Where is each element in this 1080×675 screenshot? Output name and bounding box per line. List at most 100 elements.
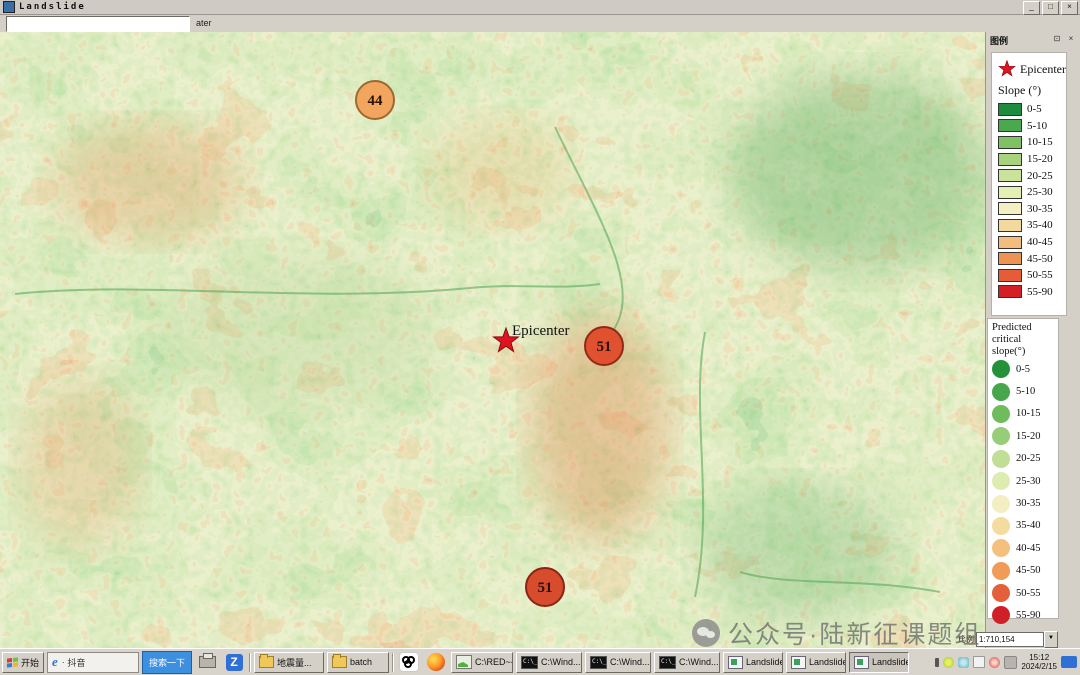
- window-app-icon: [854, 656, 869, 669]
- slope-legend-item: 45-50: [998, 250, 1066, 267]
- z-app-icon[interactable]: Z: [222, 652, 246, 673]
- task-folder-batch[interactable]: batch: [327, 652, 389, 673]
- critical-color-circle: [992, 539, 1010, 557]
- critical-range-label: 45-50: [1016, 565, 1041, 576]
- taskbar-search-field[interactable]: e · 抖音: [47, 652, 139, 673]
- circles-app-icon[interactable]: [397, 652, 421, 673]
- slope-legend-items: 0-55-1010-1515-2020-2525-3030-3535-4040-…: [998, 101, 1066, 300]
- slope-legend-title: Slope (°): [998, 83, 1066, 98]
- scale-value[interactable]: 1:710,154: [976, 632, 1044, 647]
- task-red-app[interactable]: C:\RED~-...: [451, 652, 513, 673]
- slope-legend-item: 50-55: [998, 267, 1066, 284]
- critical-color-circle: [992, 427, 1010, 445]
- slope-range-label: 15-20: [1027, 153, 1053, 165]
- task-cmd-3[interactable]: C:\_ C:\Wind...: [654, 652, 720, 673]
- slope-range-label: 55-90: [1027, 286, 1053, 298]
- slope-legend-item: 35-40: [998, 217, 1066, 234]
- critical-color-circle: [992, 562, 1010, 580]
- legend-epicenter-star-icon: [998, 58, 1016, 80]
- task-cmd-1[interactable]: C:\_ C:\Wind...: [516, 652, 582, 673]
- minimize-button[interactable]: _: [1023, 1, 1040, 15]
- task-landslide-3[interactable]: Landslide: [849, 652, 909, 673]
- start-button[interactable]: 开始: [2, 652, 44, 673]
- critical-color-circle: [992, 360, 1010, 378]
- command-prompt-icon: C:\_: [659, 656, 676, 669]
- critical-legend-item: 35-40: [992, 515, 1058, 537]
- critical-legend-item: 40-45: [992, 537, 1058, 559]
- slope-color-swatch: [998, 153, 1022, 166]
- close-button[interactable]: ×: [1061, 1, 1078, 15]
- window-app-icon: [728, 656, 743, 669]
- slope-color-swatch: [998, 202, 1022, 215]
- scale-label: 比例: [958, 634, 974, 645]
- critical-legend-item: 30-35: [992, 492, 1058, 514]
- firefox-icon[interactable]: [424, 652, 448, 673]
- task-cmd-2[interactable]: C:\_ C:\Wind...: [585, 652, 651, 673]
- start-label: 开始: [21, 656, 39, 669]
- search-button[interactable]: 搜索一下: [142, 651, 192, 674]
- critical-range-label: 0-5: [1016, 364, 1030, 375]
- prediction-value: 51: [597, 339, 612, 355]
- toolbar-tail-text: ater: [196, 18, 212, 28]
- critical-legend-item: 15-20: [992, 425, 1058, 447]
- task-landslide-1[interactable]: Landslide: [723, 652, 783, 673]
- tray-app-icon[interactable]: [958, 657, 969, 668]
- critical-color-circle: [992, 606, 1010, 624]
- slope-color-swatch: [998, 103, 1022, 116]
- critical-range-label: 30-35: [1016, 498, 1041, 509]
- critical-legend-item: 45-50: [992, 560, 1058, 582]
- slope-legend-item: 55-90: [998, 284, 1066, 301]
- maximize-button[interactable]: □: [1042, 1, 1059, 15]
- critical-legend-item: 50-55: [992, 582, 1058, 604]
- task-label: C:\Wind...: [610, 657, 650, 667]
- clock-time: 15:12: [1021, 653, 1057, 662]
- critical-range-label: 35-40: [1016, 520, 1041, 531]
- scale-dropdown-arrow-icon[interactable]: ▼: [1044, 631, 1058, 648]
- legend-panel-title: 图例: [990, 34, 1008, 47]
- task-landslide-2[interactable]: Landslide: [786, 652, 846, 673]
- printer-icon[interactable]: [195, 652, 219, 673]
- legend-epicenter-label: Epicenter: [1020, 62, 1066, 77]
- critical-legend-item: 25-30: [992, 470, 1058, 492]
- slope-range-label: 0-5: [1027, 103, 1042, 115]
- critical-legend-item: 55-90: [992, 604, 1058, 626]
- critical-color-circle: [992, 405, 1010, 423]
- critical-color-circle: [992, 450, 1010, 468]
- slope-legend-item: 25-30: [998, 184, 1066, 201]
- task-folder-earthquake[interactable]: 地震量...: [254, 652, 324, 673]
- command-prompt-icon: C:\_: [521, 656, 538, 669]
- layer-combobox[interactable]: [6, 16, 190, 32]
- tray-security-icon[interactable]: [943, 657, 954, 668]
- critical-color-circle: [992, 584, 1010, 602]
- tray-alert-icon[interactable]: [989, 657, 1000, 668]
- slope-legend-item: 30-35: [998, 201, 1066, 218]
- slope-color-swatch: [998, 169, 1022, 182]
- slope-range-label: 20-25: [1027, 170, 1053, 182]
- critical-range-label: 10-15: [1016, 408, 1041, 419]
- map-view[interactable]: 445151 Epicenter: [0, 32, 985, 648]
- taskbar-clock[interactable]: 15:12 2024/2/15: [1021, 653, 1057, 671]
- slope-color-swatch: [998, 186, 1022, 199]
- title-bar: Landslide _ □ ×: [0, 0, 1080, 15]
- task-label: batch: [350, 657, 372, 667]
- critical-range-label: 5-10: [1016, 386, 1035, 397]
- command-prompt-icon: C:\_: [590, 656, 607, 669]
- critical-color-circle: [992, 472, 1010, 490]
- slope-range-label: 45-50: [1027, 253, 1053, 265]
- slope-range-label: 35-40: [1027, 219, 1053, 231]
- input-method-icon[interactable]: [1061, 656, 1077, 668]
- ie-icon: e: [52, 654, 58, 670]
- panel-close-icon[interactable]: ×: [1065, 34, 1077, 45]
- pin-icon[interactable]: ⊡: [1051, 34, 1063, 45]
- critical-legend-item: 0-5: [992, 358, 1058, 380]
- folder-icon: [332, 656, 347, 668]
- tray-monitor-icon[interactable]: [1004, 656, 1017, 669]
- task-label: 地震量...: [277, 656, 312, 669]
- tray-flag-icon[interactable]: [973, 656, 985, 668]
- tray-hide-icon[interactable]: [935, 658, 939, 667]
- slope-color-swatch: [998, 285, 1022, 298]
- slope-color-swatch: [998, 236, 1022, 249]
- slope-color-swatch: [998, 136, 1022, 149]
- search-separator: ·: [62, 657, 65, 667]
- slope-range-label: 25-30: [1027, 186, 1053, 198]
